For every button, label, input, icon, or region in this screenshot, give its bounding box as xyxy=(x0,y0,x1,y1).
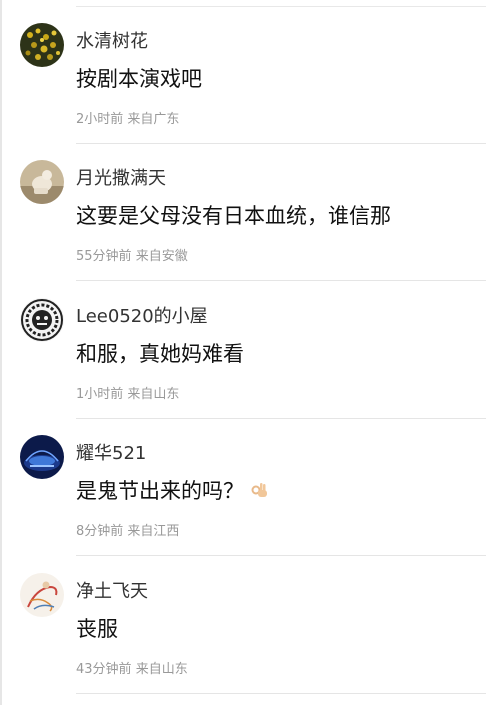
comment-item: Lee0520的小屋 和服，真她妈难看 1小时前 来自山东 xyxy=(0,282,486,419)
divider xyxy=(76,555,486,556)
stadium-night-avatar[interactable] xyxy=(20,435,64,479)
comment-text: 这要是父母没有日本血统，谁信那 xyxy=(76,204,391,228)
comment-text: 是鬼节出来的吗？ xyxy=(76,475,268,505)
sculpture-avatar[interactable] xyxy=(20,160,64,204)
username[interactable]: 月光撒满天 xyxy=(76,164,166,190)
comment-location: 来自山东 xyxy=(135,662,188,677)
divider xyxy=(76,693,486,694)
comment-meta: 55分钟前 来自安徽 xyxy=(76,245,188,264)
username[interactable]: Lee0520的小屋 xyxy=(76,302,208,328)
divider xyxy=(76,280,486,281)
yellow-flowers-avatar[interactable] xyxy=(20,23,64,67)
comment-meta: 43分钟前 来自山东 xyxy=(76,658,188,677)
comment-location: 来自广东 xyxy=(127,112,180,127)
ok-hand-emoji xyxy=(250,480,268,504)
comment-item: 水清树花 按剧本演戏吧 2小时前 来自广东 xyxy=(0,7,486,144)
comment-location: 来自山东 xyxy=(127,387,180,402)
comment-item: 耀华521 是鬼节出来的吗？ 8分钟前 来自江西 xyxy=(0,419,486,556)
comment-meta: 2小时前 来自广东 xyxy=(76,108,179,127)
username[interactable]: 耀华521 xyxy=(76,439,146,465)
comment-text-content: 是鬼节出来的吗？ xyxy=(76,479,244,503)
username[interactable]: 净土飞天 xyxy=(76,577,148,603)
username[interactable]: 水清树花 xyxy=(76,27,148,53)
comment-location: 来自安徽 xyxy=(135,249,188,264)
comment-text: 按剧本演戏吧 xyxy=(76,67,202,91)
comment-time: 55分钟前 xyxy=(76,249,132,264)
comment-time: 8分钟前 xyxy=(76,524,124,539)
comment-time: 2小时前 xyxy=(76,112,124,127)
comment-text: 丧服 xyxy=(76,617,118,641)
comment-item: 净土飞天 丧服 43分钟前 来自山东 xyxy=(0,557,486,694)
comment-time: 1小时前 xyxy=(76,387,124,402)
comment-location: 来自江西 xyxy=(127,524,180,539)
comment-item: 月光撒满天 这要是父母没有日本血统，谁信那 55分钟前 来自安徽 xyxy=(0,144,486,281)
comment-meta: 8分钟前 来自江西 xyxy=(76,520,179,539)
comment-time: 43分钟前 xyxy=(76,662,132,677)
comment-meta: 1小时前 来自山东 xyxy=(76,383,179,402)
flying-apsara-avatar[interactable] xyxy=(20,573,64,617)
lion-emblem-avatar[interactable] xyxy=(20,298,64,342)
comment-text: 和服，真她妈难看 xyxy=(76,342,244,366)
